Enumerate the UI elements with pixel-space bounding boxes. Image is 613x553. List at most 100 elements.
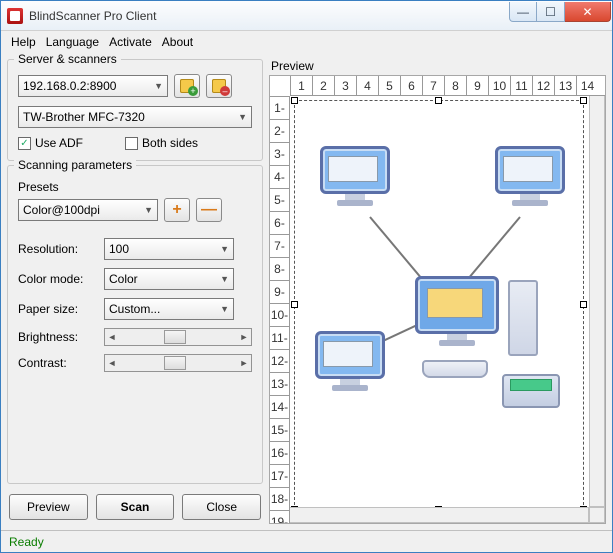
- resize-handle[interactable]: [435, 97, 442, 104]
- ruler-tick: 1-: [270, 96, 289, 119]
- slider-thumb[interactable]: [164, 330, 186, 344]
- scanner-value: TW-Brother MFC-7320: [23, 110, 145, 124]
- server-monitor-icon: [415, 276, 499, 336]
- preview-area: 1234567891011121314 1-2-3-4-5-6-7-8-9-10…: [269, 75, 606, 524]
- ruler-vertical: 1-2-3-4-5-6-7-8-9-10-11-12-13-14-15-16-1…: [270, 96, 290, 523]
- chevron-down-icon: ▼: [238, 112, 247, 122]
- ruler-tick: 9-: [270, 280, 289, 303]
- ruler-tick: 4: [356, 76, 378, 95]
- checkbox-icon: ✓: [18, 137, 31, 150]
- menubar: Help Language Activate About: [1, 31, 612, 53]
- resize-handle[interactable]: [291, 97, 298, 104]
- close-button[interactable]: Close: [182, 494, 261, 520]
- ruler-tick: 19-: [270, 510, 289, 524]
- resolution-value: 100: [109, 242, 129, 256]
- both-sides-checkbox[interactable]: Both sides: [125, 136, 198, 150]
- server-address-value: 192.168.0.2:8900: [23, 79, 116, 93]
- ruler-tick: 3-: [270, 142, 289, 165]
- checkbox-icon: [125, 137, 138, 150]
- contrast-label: Contrast:: [18, 356, 98, 370]
- add-server-button[interactable]: +: [174, 74, 200, 98]
- resize-handle[interactable]: [291, 301, 298, 308]
- presets-label: Presets: [18, 180, 252, 194]
- resolution-label: Resolution:: [18, 242, 98, 256]
- arrow-right-icon[interactable]: ►: [237, 358, 251, 368]
- menu-language[interactable]: Language: [46, 35, 99, 49]
- right-column: Preview 1234567891011121314 1-2-3-4-5-6-…: [269, 59, 606, 530]
- ruler-tick: 10-: [270, 303, 289, 326]
- ruler-tick: 10: [488, 76, 510, 95]
- preview-label: Preview: [269, 59, 606, 73]
- ruler-tick: 18-: [270, 487, 289, 510]
- preview-button[interactable]: Preview: [9, 494, 88, 520]
- ruler-tick: 12-: [270, 349, 289, 372]
- ruler-tick: 9: [466, 76, 488, 95]
- scanner-icon: [502, 374, 560, 408]
- ruler-tick: 3: [334, 76, 356, 95]
- status-text: Ready: [9, 535, 44, 549]
- colormode-label: Color mode:: [18, 272, 98, 286]
- ruler-tick: 15-: [270, 418, 289, 441]
- preset-combo[interactable]: Color@100dpi ▼: [18, 199, 158, 221]
- scan-button[interactable]: Scan: [96, 494, 175, 520]
- remove-server-button[interactable]: –: [206, 74, 232, 98]
- ruler-tick: 6-: [270, 211, 289, 234]
- ruler-tick: 7-: [270, 234, 289, 257]
- ruler-tick: 12: [532, 76, 554, 95]
- preview-image: [310, 116, 568, 494]
- scanparams-legend: Scanning parameters: [14, 158, 136, 172]
- add-preset-button[interactable]: +: [164, 198, 190, 222]
- window-controls: — ☐ ✕: [509, 2, 611, 22]
- menu-activate[interactable]: Activate: [109, 35, 152, 49]
- ruler-tick: 8-: [270, 257, 289, 280]
- tower-icon: [508, 280, 538, 356]
- menu-help[interactable]: Help: [11, 35, 36, 49]
- scanner-combo[interactable]: TW-Brother MFC-7320 ▼: [18, 106, 252, 128]
- left-column: Server & scanners 192.168.0.2:8900 ▼ + –: [7, 59, 263, 530]
- ruler-horizontal: 1234567891011121314: [290, 76, 605, 96]
- arrow-left-icon[interactable]: ◄: [105, 358, 119, 368]
- papersize-combo[interactable]: Custom... ▼: [104, 298, 234, 320]
- ruler-tick: 5-: [270, 188, 289, 211]
- scrollbar-corner: [589, 507, 605, 523]
- remove-preset-button[interactable]: —: [196, 198, 222, 222]
- titlebar[interactable]: BlindScanner Pro Client — ☐ ✕: [1, 1, 612, 31]
- ruler-tick: 13: [554, 76, 576, 95]
- ruler-tick: 5: [378, 76, 400, 95]
- arrow-right-icon[interactable]: ►: [237, 332, 251, 342]
- minus-badge-icon: –: [220, 86, 230, 96]
- chevron-down-icon: ▼: [220, 244, 229, 254]
- scanparams-panel: Scanning parameters Presets Color@100dpi…: [7, 165, 263, 484]
- minimize-button[interactable]: —: [509, 2, 537, 22]
- close-window-button[interactable]: ✕: [565, 2, 611, 22]
- ruler-tick: 13-: [270, 372, 289, 395]
- chevron-down-icon: ▼: [144, 205, 153, 215]
- resolution-combo[interactable]: 100 ▼: [104, 238, 234, 260]
- monitor-icon: [315, 331, 385, 391]
- menu-about[interactable]: About: [162, 35, 193, 49]
- arrow-left-icon[interactable]: ◄: [105, 332, 119, 342]
- monitor-icon: [495, 146, 565, 206]
- maximize-button[interactable]: ☐: [537, 2, 565, 22]
- ruler-tick: 14: [576, 76, 598, 95]
- preview-canvas[interactable]: [290, 96, 605, 523]
- resize-handle[interactable]: [580, 301, 587, 308]
- both-sides-label: Both sides: [142, 136, 198, 150]
- preview-page[interactable]: [294, 100, 584, 510]
- scrollbar-vertical[interactable]: [589, 76, 605, 507]
- use-adf-checkbox[interactable]: ✓ Use ADF: [18, 136, 83, 150]
- brightness-slider[interactable]: ◄ ►: [104, 328, 252, 346]
- ruler-tick: 11-: [270, 326, 289, 349]
- colormode-combo[interactable]: Color ▼: [104, 268, 234, 290]
- contrast-slider[interactable]: ◄ ►: [104, 354, 252, 372]
- action-buttons: Preview Scan Close: [7, 494, 263, 520]
- keyboard-icon: [422, 360, 488, 378]
- ruler-tick: 11: [510, 76, 532, 95]
- resize-handle[interactable]: [580, 97, 587, 104]
- server-address-combo[interactable]: 192.168.0.2:8900 ▼: [18, 75, 168, 97]
- plus-badge-icon: +: [188, 86, 198, 96]
- slider-thumb[interactable]: [164, 356, 186, 370]
- ruler-tick: 14-: [270, 395, 289, 418]
- scrollbar-horizontal[interactable]: [270, 507, 589, 523]
- server-legend: Server & scanners: [14, 52, 121, 66]
